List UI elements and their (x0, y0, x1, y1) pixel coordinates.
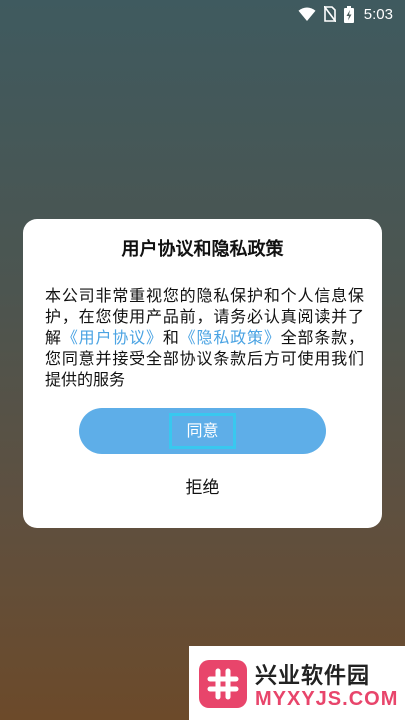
watermark: 兴业软件园 MYXYJS.COM (189, 646, 405, 720)
status-bar: 5:03 (0, 0, 405, 28)
watermark-domain: MYXYJS.COM (255, 688, 399, 710)
body-text-2: 和 (162, 328, 180, 347)
hash-logo-icon (199, 660, 247, 708)
dialog-title: 用户协议和隐私政策 (121, 239, 284, 260)
battery-charging-icon (343, 5, 354, 23)
dialog-body: 本公司非常重视您的隐私保护和个人信息保护，在您使用产品前，请务必认真阅读并了解《… (45, 285, 364, 390)
wifi-icon (298, 7, 316, 21)
status-time: 5:03 (363, 5, 393, 23)
agree-button[interactable]: 同意 (79, 408, 326, 454)
no-sim-icon (323, 6, 336, 22)
agree-button-label: 同意 (169, 413, 236, 449)
watermark-name: 兴业软件园 (255, 664, 371, 689)
privacy-policy-link[interactable]: 《隐私政策》 (180, 328, 281, 347)
user-agreement-link[interactable]: 《用户协议》 (62, 328, 163, 347)
agreement-dialog: 用户协议和隐私政策 本公司非常重视您的隐私保护和个人信息保护，在您使用产品前，请… (23, 219, 382, 528)
refuse-button[interactable]: 拒绝 (23, 473, 382, 498)
